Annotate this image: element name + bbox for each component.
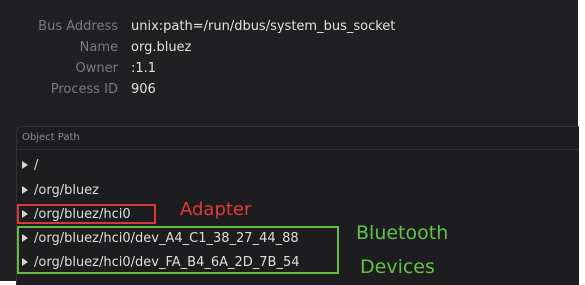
devices-highlight-box (17, 226, 339, 274)
adapter-annotation: Adapter (180, 199, 252, 220)
name-value: org.bluez (131, 40, 192, 55)
tree-item-root[interactable]: / (22, 155, 38, 176)
owner-value: :1.1 (131, 61, 157, 76)
object-path-header: Object Path (17, 127, 579, 150)
bus-address-label: Bus Address (38, 19, 118, 34)
info-row-name: Name org.bluez (18, 38, 558, 58)
process-id-value: 906 (131, 82, 156, 97)
tree-item-label: /org/bluez (34, 183, 100, 198)
bus-address-value: unix:path=/run/dbus/system_bus_socket (131, 19, 396, 34)
expand-triangle-icon[interactable] (22, 161, 28, 169)
info-row-owner: Owner :1.1 (18, 59, 558, 79)
process-id-label: Process ID (50, 82, 118, 97)
name-label: Name (79, 40, 118, 55)
tree-item-org-bluez[interactable]: /org/bluez (22, 180, 99, 201)
adapter-highlight-box (17, 204, 156, 224)
owner-label: Owner (75, 61, 118, 76)
info-row-bus-address: Bus Address unix:path=/run/dbus/system_b… (18, 17, 558, 37)
devices-annotation-line2: Devices (360, 256, 435, 278)
tree-item-label: / (34, 158, 39, 173)
dbus-object-window: Bus Address unix:path=/run/dbus/system_b… (0, 0, 579, 285)
info-row-process-id: Process ID 906 (18, 80, 558, 100)
devices-annotation-line1: Bluetooth (356, 222, 449, 244)
expand-triangle-icon[interactable] (22, 186, 28, 194)
